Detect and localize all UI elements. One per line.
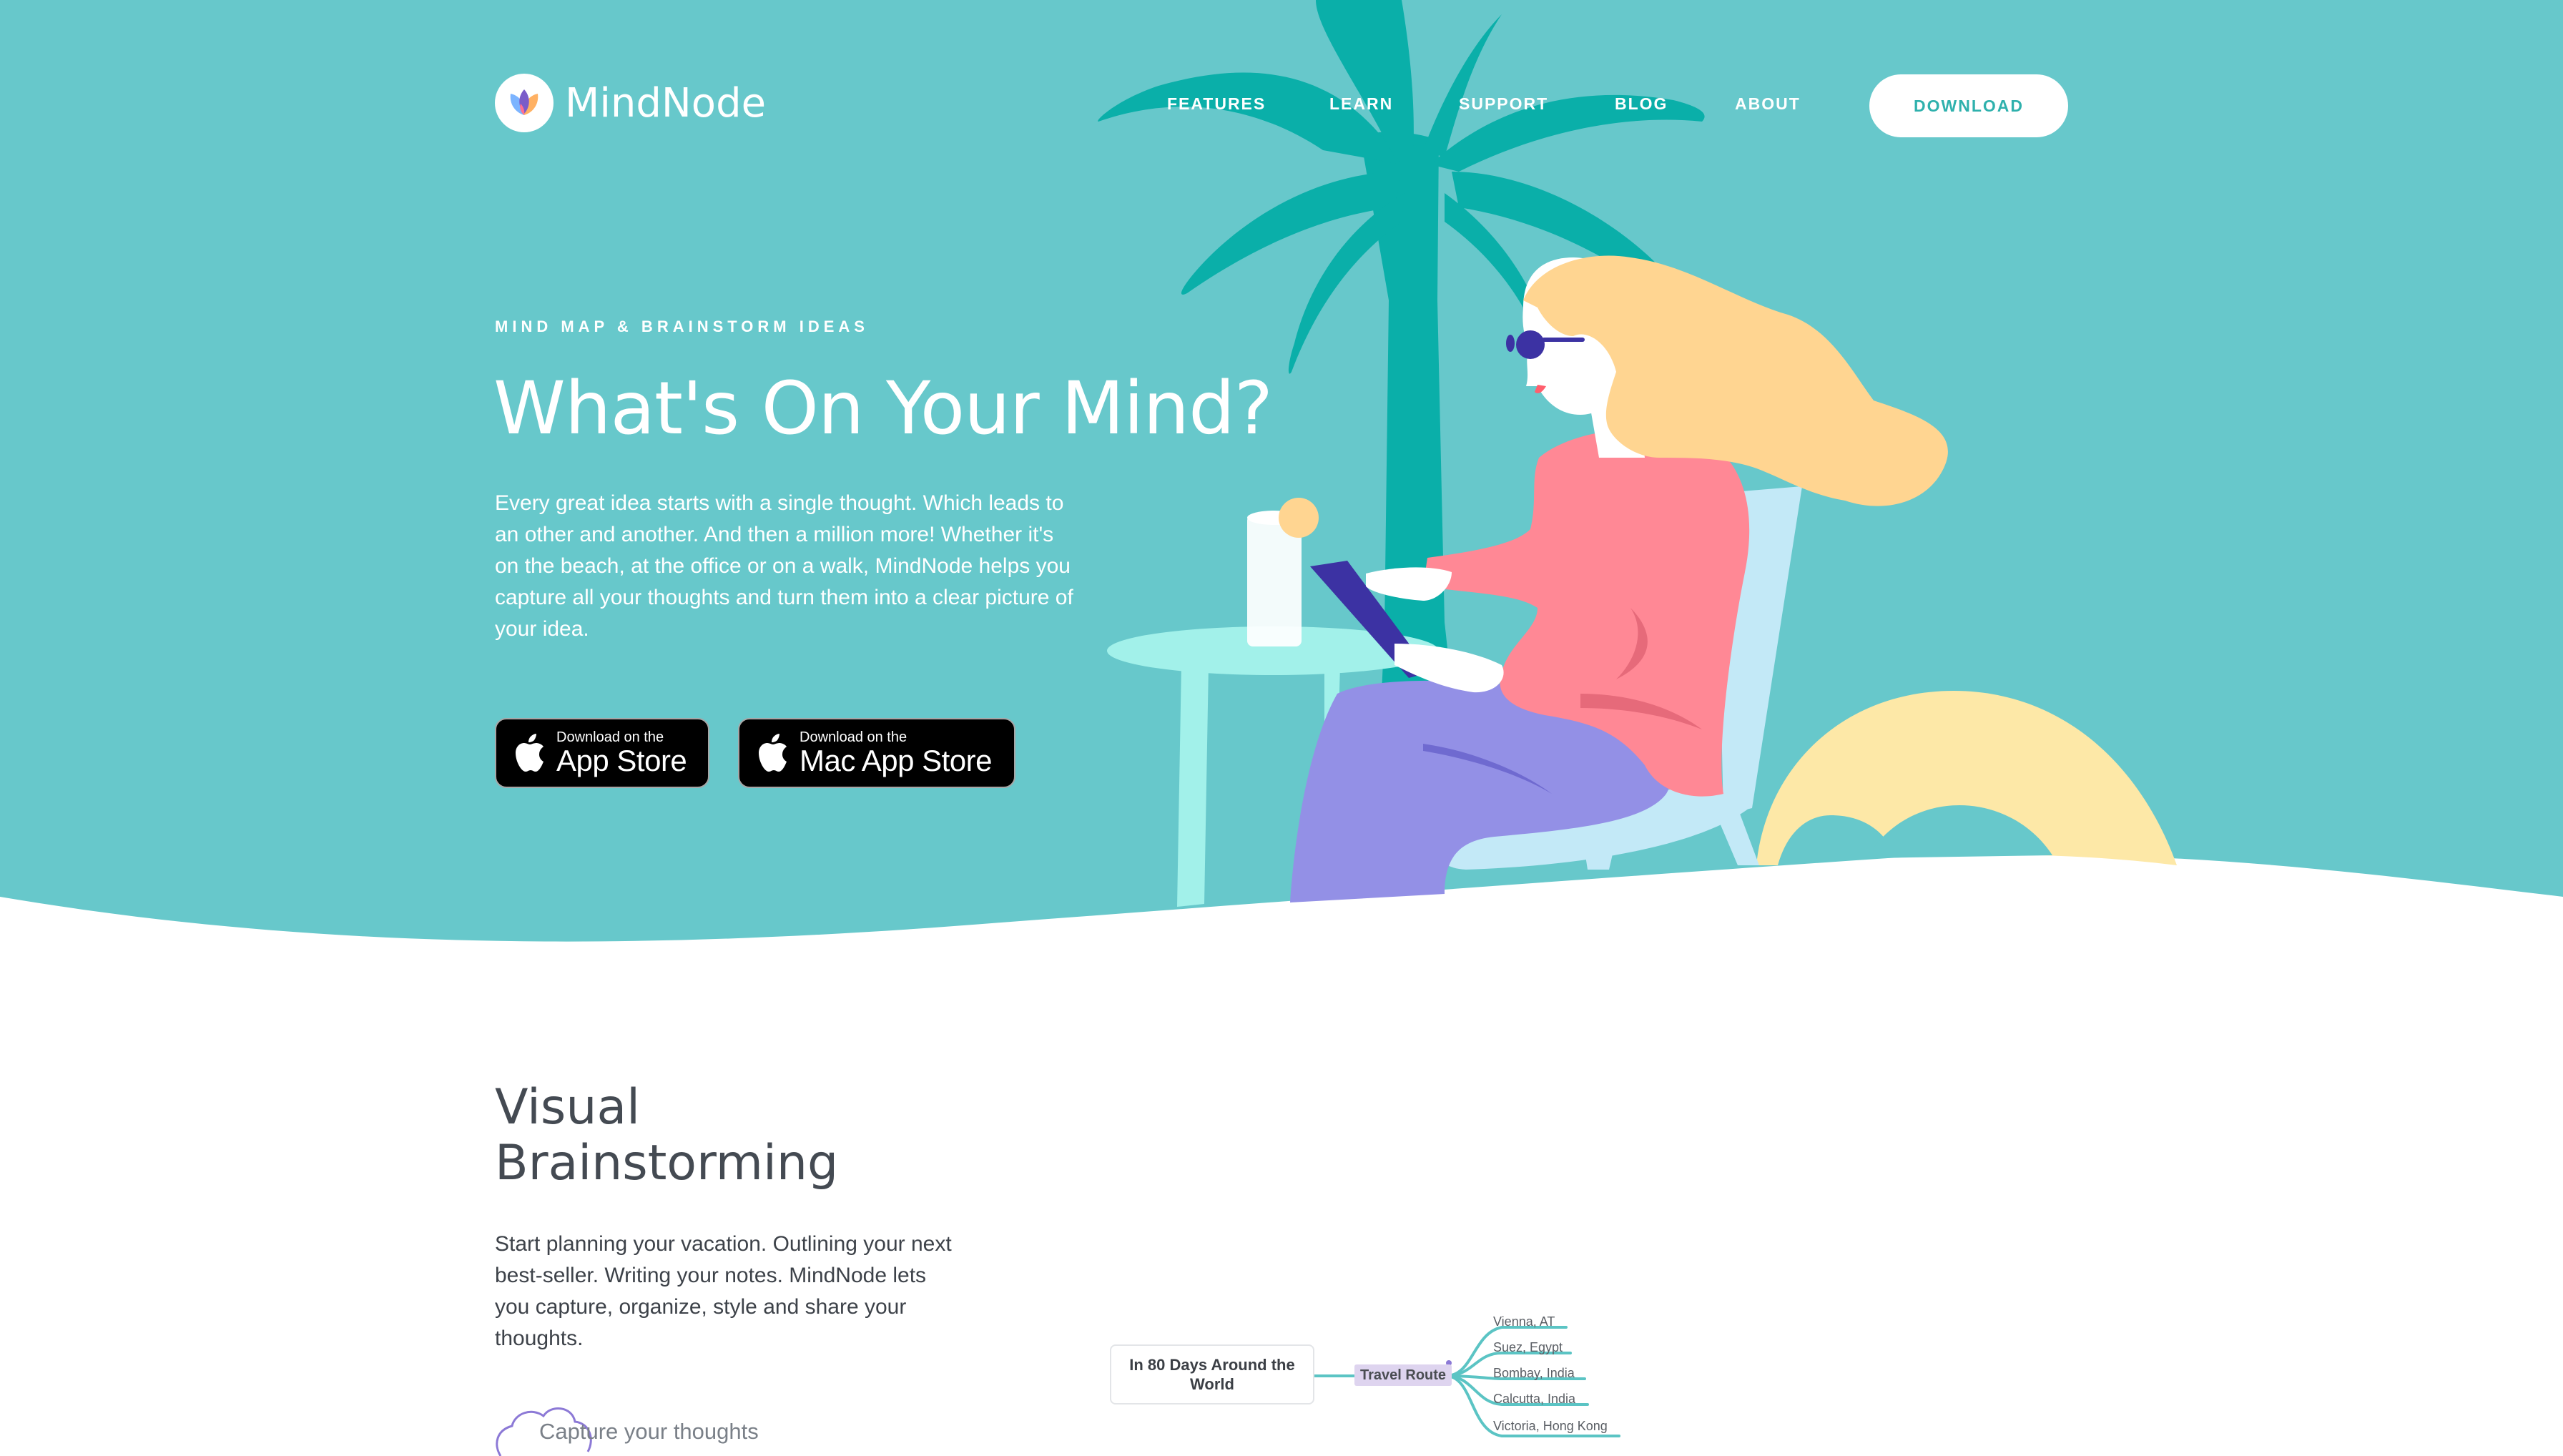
section-title: Visual Brainstorming (495, 1079, 839, 1191)
section-description: Start planning your vacation. Outlining … (495, 1232, 952, 1350)
mindmap-leaf: Suez, Egypt (1493, 1340, 1563, 1354)
brand-name: MindNode (565, 79, 767, 127)
download-button[interactable]: DOWNLOAD (1869, 74, 2068, 137)
mindmap-leaf: Bombay, India (1493, 1366, 1575, 1380)
mindmap-root-node: In 80 Days Around the World (1110, 1344, 1314, 1405)
mindmap-leaf: Calcutta, India (1493, 1392, 1576, 1406)
apple-icon (516, 734, 543, 772)
nav-features[interactable]: FEATURES (1167, 94, 1266, 114)
nav-about[interactable]: ABOUT (1735, 94, 1801, 114)
hero-eyebrow: MIND MAP & BRAINSTORM IDEAS (495, 318, 869, 335)
nav-support[interactable]: SUPPORT (1459, 94, 1548, 114)
feature-item-capture[interactable]: Capture your thoughts (495, 1419, 759, 1445)
apple-icon (759, 734, 787, 772)
hero-background (0, 0, 2563, 942)
nav-blog[interactable]: BLOG (1615, 94, 1668, 114)
hero-illustration (0, 0, 2563, 1456)
app-store-big: App Store (556, 744, 687, 777)
mindmap-node-travel-route: Travel Route (1354, 1364, 1452, 1386)
mac-app-store-big: Mac App Store (800, 744, 992, 777)
app-store-small: Download on the (556, 729, 664, 745)
mindmap-leaf: Vienna, AT (1493, 1314, 1555, 1329)
app-store-button[interactable]: Download on the App Store (495, 718, 709, 788)
brand-logo[interactable]: MindNode (495, 73, 766, 133)
feature-item-label: Capture your thoughts (539, 1419, 759, 1444)
mac-app-store-small: Download on the (800, 729, 907, 745)
mac-app-store-button[interactable]: Download on the Mac App Store (738, 718, 1015, 788)
mindnode-logo-icon (495, 74, 554, 132)
nav-learn[interactable]: LEARN (1329, 94, 1393, 114)
mindmap-leaf: Victoria, Hong Kong (1493, 1419, 1608, 1433)
hero-description: Every great idea starts with a single th… (495, 491, 1073, 641)
hero-title: What's On Your Mind? (493, 366, 1273, 451)
